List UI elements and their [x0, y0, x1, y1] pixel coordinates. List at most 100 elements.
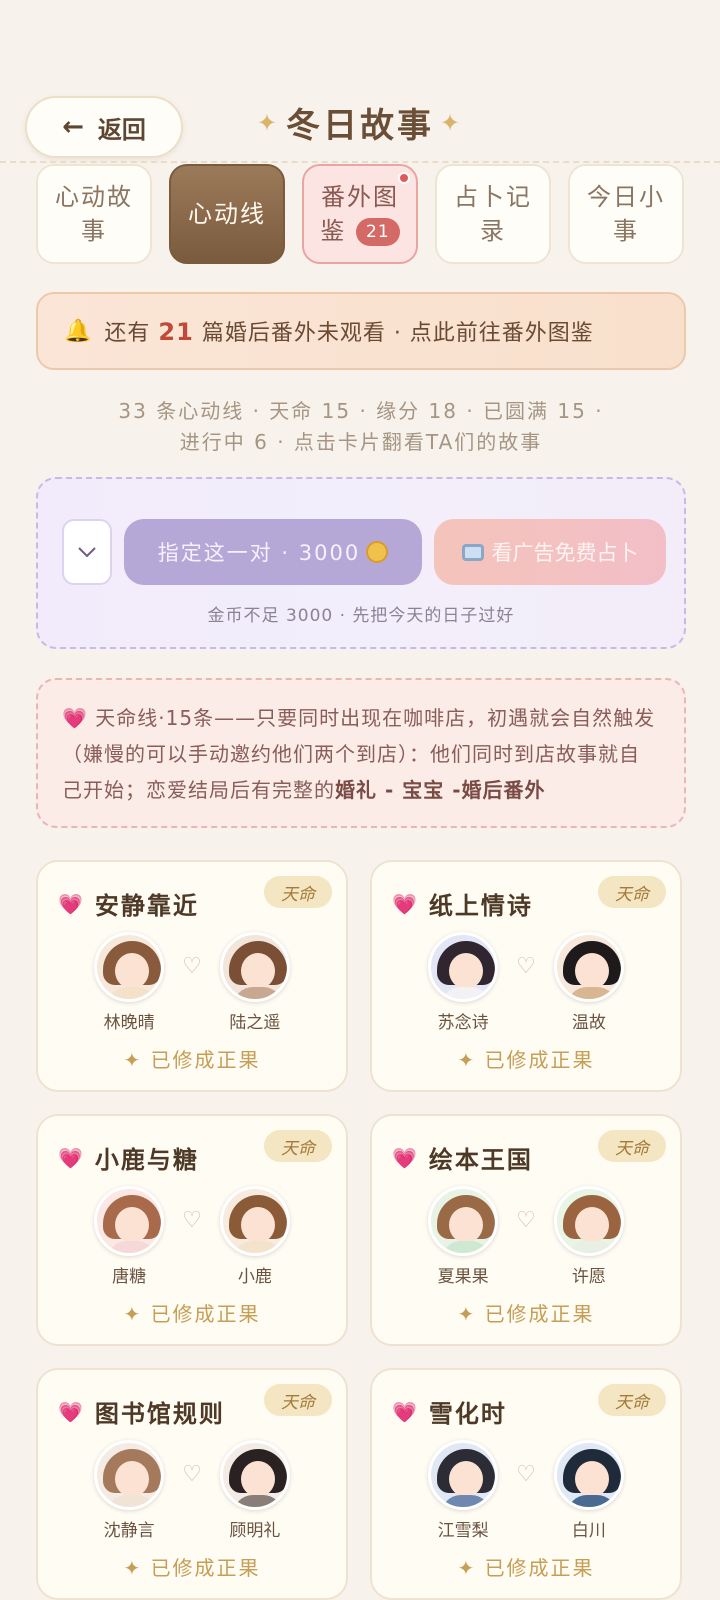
couple-card[interactable]: 💗 绘本王国 天命 夏果果 ♡ 许愿 ✦ 已修成正果 [370, 1114, 682, 1346]
card-title-text: 小鹿与糖 [94, 1146, 199, 1174]
person: 温故 [544, 932, 634, 1033]
card-title: 💗 雪化时 [392, 1394, 507, 1429]
card-status: ✦ 已修成正果 [123, 1302, 261, 1326]
heart-outline-icon: ♡ [182, 954, 202, 979]
notice-text: 还有 21 篇婚后番外未观看 · 点此前往番外图鉴 [104, 315, 593, 347]
destiny-tag: 天命 [264, 876, 332, 908]
couple-pair: 苏念诗 ♡ 温故 [372, 932, 680, 1033]
person: 唐糖 [84, 1186, 174, 1287]
person: 林晚晴 [84, 932, 174, 1033]
person-name: 顾明礼 [229, 1521, 281, 1541]
count-badge: 21 [356, 218, 400, 246]
tab-label: 今日小事 [587, 183, 665, 245]
notice-prefix: 还有 [104, 321, 151, 346]
stats-summary: 33 条心动线 · 天命 15 · 缘分 18 · 已圆满 15 · 进行中 6… [36, 396, 686, 458]
card-status: ✦ 已修成正果 [123, 1048, 261, 1072]
tab-extra-gallery[interactable]: 番外图鉴 21 [302, 164, 418, 264]
tab-heart-stories[interactable]: 心动故事 [36, 164, 152, 264]
card-title: 💗 绘本王国 [392, 1140, 533, 1175]
person: 夏果果 [418, 1186, 508, 1287]
status-text: 已修成正果 [150, 1048, 261, 1072]
heart-icon: 💗 [58, 1399, 85, 1424]
tv-icon [461, 543, 484, 561]
tab-heart-lines[interactable]: 心动线 [169, 164, 285, 264]
couple-card[interactable]: 💗 小鹿与糖 天命 唐糖 ♡ 小鹿 ✦ 已修成正果 [36, 1114, 348, 1346]
person-name: 沈静言 [103, 1521, 155, 1541]
person-name: 林晚晴 [103, 1013, 155, 1033]
watch-ad-label: 看广告免费占卜 [491, 541, 639, 565]
bell-icon: 🔔 [64, 318, 93, 344]
couple-pair: 沈静言 ♡ 顾明礼 [38, 1440, 346, 1541]
heart-outline-icon: ♡ [516, 1208, 536, 1233]
card-title-text: 纸上情诗 [428, 892, 533, 920]
couple-pair: 夏果果 ♡ 许愿 [372, 1186, 680, 1287]
card-title: 💗 图书馆规则 [58, 1394, 225, 1429]
status-text: 已修成正果 [150, 1302, 261, 1326]
status-text: 已修成正果 [150, 1556, 261, 1580]
person: 许愿 [544, 1186, 634, 1287]
status-text: 已修成正果 [484, 1556, 595, 1580]
sparkle-icon: ✦ [440, 108, 464, 137]
pair-select-dropdown[interactable] [62, 519, 112, 585]
person-name: 温故 [571, 1013, 606, 1033]
destiny-tag: 天命 [264, 1130, 332, 1162]
avatar [219, 1440, 290, 1510]
couple-pair: 唐糖 ♡ 小鹿 [38, 1186, 346, 1287]
tab-fortune-records[interactable]: 占卜记录 [435, 164, 551, 264]
avatar [553, 1186, 624, 1256]
heart-outline-icon: ♡ [516, 1462, 536, 1487]
person: 江雪梨 [418, 1440, 508, 1541]
couple-card[interactable]: 💗 雪化时 天命 江雪梨 ♡ 白川 ✦ 已修成正果 [370, 1368, 682, 1600]
avatar [553, 1440, 624, 1510]
notification-dot [398, 172, 410, 184]
destiny-tag: 天命 [598, 876, 666, 908]
person-name: 唐糖 [112, 1267, 147, 1287]
card-title-text: 安静靠近 [94, 892, 199, 920]
avatar [219, 932, 290, 1002]
tab-daily-events[interactable]: 今日小事 [568, 164, 684, 264]
person: 陆之遥 [210, 932, 300, 1033]
person-name: 苏念诗 [437, 1013, 489, 1033]
person: 沈静言 [84, 1440, 174, 1541]
heart-icon: 💗 [62, 706, 88, 730]
card-title: 💗 安静靠近 [58, 886, 199, 921]
watch-ad-button[interactable]: 看广告免费占卜 [434, 519, 666, 585]
card-title-text: 图书馆规则 [94, 1400, 225, 1428]
person-name: 陆之遥 [229, 1013, 281, 1033]
couple-pair: 林晚晴 ♡ 陆之遥 [38, 932, 346, 1033]
person-name: 白川 [571, 1521, 606, 1541]
couple-card[interactable]: 💗 纸上情诗 天命 苏念诗 ♡ 温故 ✦ 已修成正果 [370, 860, 682, 1092]
couple-card[interactable]: 💗 图书馆规则 天命 沈静言 ♡ 顾明礼 ✦ 已修成正果 [36, 1368, 348, 1600]
heart-outline-icon: ♡ [182, 1462, 202, 1487]
unviewed-notice-banner[interactable]: 🔔 还有 21 篇婚后番外未观看 · 点此前往番外图鉴 [36, 292, 686, 370]
heart-icon: 💗 [392, 891, 419, 916]
pick-pair-button[interactable]: 指定这一对 · 3000 [124, 519, 422, 585]
destiny-info-box: 💗 天命线·15条——只要同时出现在咖啡店，初遇就会自然触发（嫌慢的可以手动邀约… [36, 678, 686, 828]
tab-label: 占卜记录 [454, 183, 532, 245]
couple-card[interactable]: 💗 安静靠近 天命 林晚晴 ♡ 陆之遥 ✦ 已修成正果 [36, 860, 348, 1092]
pick-pair-label: 指定这一对 · 3000 [157, 541, 361, 565]
heart-icon: 💗 [58, 1145, 85, 1170]
avatar [94, 1440, 165, 1510]
person-name: 许愿 [571, 1267, 606, 1287]
divider [0, 161, 720, 163]
stats-line: 33 条心动线 · 天命 15 · 缘分 18 · 已圆满 15 · [118, 399, 604, 423]
tab-bar: 心动故事 心动线 番外图鉴 21 占卜记录 今日小事 [36, 164, 686, 264]
avatar [553, 932, 624, 1002]
card-title: 💗 小鹿与糖 [58, 1140, 199, 1175]
page-title: ✦ 冬日故事 ✦ [0, 98, 720, 147]
card-status: ✦ 已修成正果 [457, 1302, 595, 1326]
destiny-tag: 天命 [598, 1384, 666, 1416]
person: 小鹿 [210, 1186, 300, 1287]
card-title-text: 绘本王国 [428, 1146, 533, 1174]
sparkle-icon: ✦ [256, 108, 280, 137]
tab-label: 番外图鉴 21 [312, 180, 408, 248]
avatar [428, 1440, 499, 1510]
chevron-down-icon [78, 547, 96, 558]
avatar [428, 1186, 499, 1256]
card-title-text: 雪化时 [428, 1400, 507, 1428]
destiny-tag: 天命 [264, 1384, 332, 1416]
card-status: ✦ 已修成正果 [457, 1556, 595, 1580]
status-text: 已修成正果 [484, 1302, 595, 1326]
tab-label: 心动故事 [55, 183, 133, 245]
